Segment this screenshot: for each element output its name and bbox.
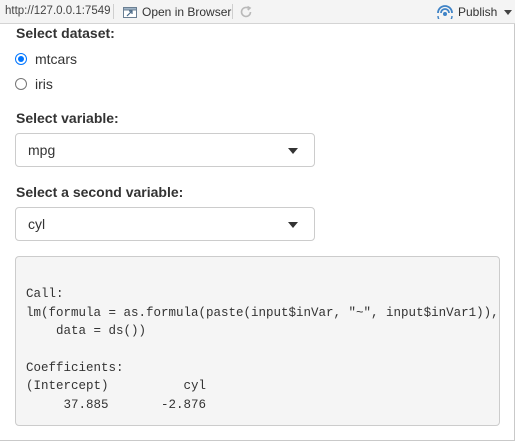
- output-line: Coefficients:: [26, 361, 124, 375]
- dataset-label: Select dataset:: [16, 25, 115, 41]
- model-output: Call: lm(formula = as.formula(paste(inpu…: [15, 256, 500, 426]
- publish-label: Publish: [458, 5, 498, 19]
- radio-iris[interactable]: iris: [15, 76, 53, 92]
- radio-button-checked[interactable]: [15, 53, 27, 65]
- toolbar-divider: [113, 4, 114, 19]
- chevron-down-icon: [288, 222, 298, 228]
- chevron-down-icon: [504, 9, 513, 15]
- variable-select-value: mpg: [28, 142, 56, 158]
- variable-label: Select variable:: [16, 110, 119, 126]
- radio-label: iris: [35, 76, 53, 92]
- app-window: http://127.0.0.1:7549 Open in Browser Pu…: [0, 0, 515, 441]
- output-line: data = ds()): [26, 324, 147, 338]
- refresh-icon[interactable]: [238, 4, 254, 20]
- toolbar-divider: [232, 4, 233, 19]
- chevron-down-icon: [288, 148, 298, 154]
- second-variable-select-value: cyl: [28, 216, 46, 232]
- variable-select[interactable]: mpg: [15, 133, 315, 167]
- open-in-browser-icon: [123, 7, 137, 18]
- output-line: lm(formula = as.formula(paste(input$inVa…: [26, 306, 499, 320]
- output-line: (Intercept) cyl: [26, 379, 207, 393]
- radio-label: mtcars: [35, 51, 77, 67]
- radio-button[interactable]: [15, 78, 27, 90]
- second-variable-select[interactable]: cyl: [15, 207, 315, 241]
- output-line: 37.885 -2.876: [26, 398, 207, 412]
- viewer-toolbar: http://127.0.0.1:7549 Open in Browser Pu…: [0, 0, 515, 24]
- publish-button[interactable]: Publish: [436, 3, 513, 21]
- open-in-browser-label: Open in Browser: [142, 5, 232, 19]
- open-in-browser-button[interactable]: Open in Browser: [122, 3, 231, 21]
- url-text: http://127.0.0.1:7549: [5, 5, 111, 17]
- radio-mtcars[interactable]: mtcars: [15, 51, 77, 67]
- second-variable-label: Select a second variable:: [16, 184, 184, 200]
- output-line: Call:: [26, 287, 64, 301]
- publish-icon: [437, 5, 453, 19]
